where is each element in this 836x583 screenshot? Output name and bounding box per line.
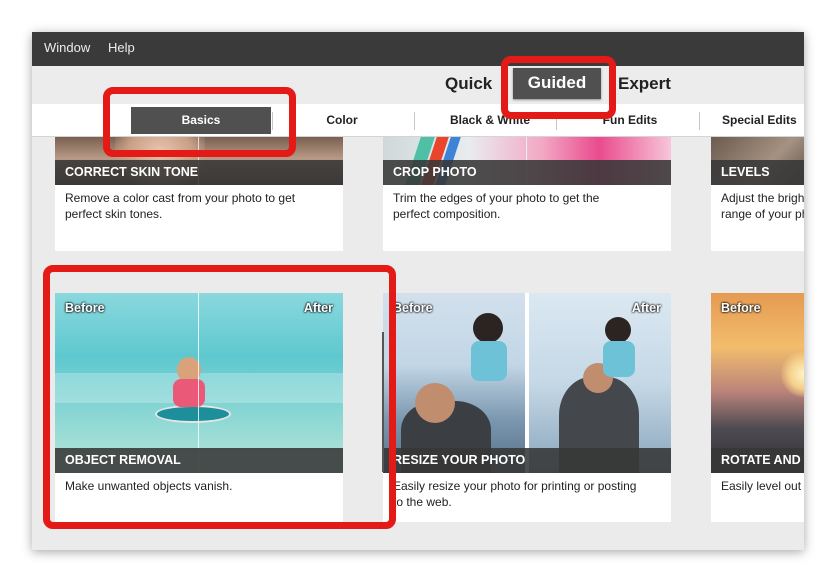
before-label: Before (721, 301, 761, 315)
card-description-line2: to the web. (393, 495, 452, 509)
card-description-line1: Easily resize your photo for printing or… (393, 479, 637, 493)
app-window: Window Help Quick Guided Expert Basics C… (32, 32, 804, 550)
category-fun-edits[interactable]: Fun Edits (560, 104, 700, 136)
card-title: RESIZE YOUR PHOTO (393, 453, 526, 467)
card-description-line2: range of your photo. (721, 207, 804, 221)
tab-expert[interactable]: Expert (618, 66, 671, 104)
tab-divider (272, 112, 273, 130)
tab-divider (414, 112, 415, 130)
category-black-white[interactable]: Black & White (428, 104, 552, 136)
resize-thumbnail: Before After (383, 293, 671, 473)
card-description-line1: Trim the edges of your photo to get the (393, 191, 600, 205)
card-description-line1: Remove a color cast from your photo to g… (65, 191, 296, 205)
card-title-band: RESIZE YOUR PHOTO (383, 448, 671, 473)
menu-window[interactable]: Window (44, 32, 90, 66)
card-title: ROTATE AND STRAIGHTEN (721, 453, 804, 467)
mode-tabs: Quick Guided Expert (32, 66, 804, 104)
card-title-band: CROP PHOTO (383, 160, 671, 185)
menu-bar: Window Help (32, 32, 804, 66)
card-title-band: ROTATE AND STRAIGHTEN (711, 448, 804, 473)
category-basics[interactable]: Basics (131, 107, 271, 134)
tab-divider (556, 112, 557, 130)
after-label: After (303, 301, 333, 315)
rotate-thumbnail: Before (711, 293, 804, 473)
card-correct-skin-tone[interactable]: CORRECT SKIN TONE Remove a color cast fr… (55, 137, 343, 251)
card-title-band: CORRECT SKIN TONE (55, 160, 343, 185)
card-description-line2: perfect composition. (393, 207, 501, 221)
card-title-band: LEVELS (711, 160, 804, 185)
before-label: Before (65, 301, 105, 315)
card-title: LEVELS (721, 165, 770, 179)
card-resize-photo[interactable]: Before After RESIZE YOUR PHOTO Easily re… (383, 293, 671, 522)
card-description-line2: perfect skin tones. (65, 207, 163, 221)
card-description-line1: Make unwanted objects vanish. (65, 479, 233, 493)
card-crop-photo[interactable]: CROP PHOTO Trim the edges of your photo … (383, 137, 671, 251)
card-description-line1: Easily level out your photo. (721, 479, 804, 493)
card-title: OBJECT REMOVAL (65, 453, 181, 467)
card-title: CORRECT SKIN TONE (65, 165, 199, 179)
card-title-band: OBJECT REMOVAL (55, 448, 343, 473)
category-special-edits[interactable]: Special Edits (722, 104, 804, 136)
after-label: After (631, 301, 661, 315)
object-removal-thumbnail: Before After (55, 293, 343, 473)
tab-divider (699, 112, 700, 130)
menu-help[interactable]: Help (108, 32, 135, 66)
scroll-indicator[interactable] (382, 332, 384, 472)
tab-quick[interactable]: Quick (445, 66, 492, 104)
before-label: Before (393, 301, 433, 315)
card-object-removal[interactable]: Before After OBJECT REMOVAL Make unwante… (55, 293, 343, 522)
card-title: CROP PHOTO (393, 165, 477, 179)
category-color[interactable]: Color (292, 104, 392, 136)
card-rotate-straighten[interactable]: Before ROTATE AND STRAIGHTEN Easily leve… (711, 293, 804, 522)
card-levels[interactable]: LEVELS Adjust the brightness and tonal r… (711, 137, 804, 251)
tab-guided[interactable]: Guided (513, 68, 601, 99)
card-description-line1: Adjust the brightness and tonal (721, 191, 804, 205)
category-tabs: Basics Color Black & White Fun Edits Spe… (32, 104, 804, 137)
